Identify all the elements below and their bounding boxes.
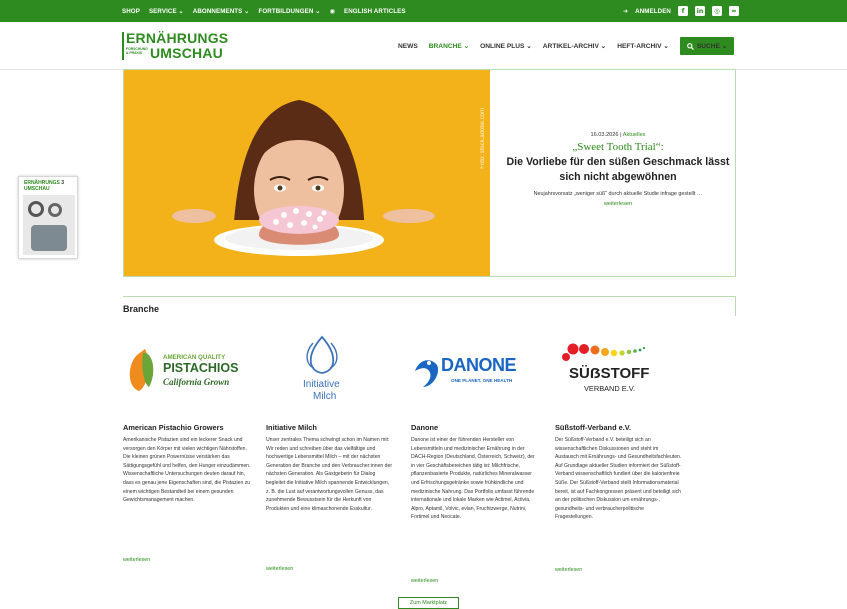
facebook-icon[interactable]: f	[678, 6, 688, 16]
hero-text: 16.03.2026 | Aktuelles „Sweet Tooth Tria…	[500, 132, 736, 207]
initiative-milch-line1: Initiative	[303, 379, 340, 390]
suessstoff-logo[interactable]: SÜẞSTOFF VERBAND E.V.	[555, 335, 683, 411]
top-nav-fortbildungen[interactable]: FORTBILDUNGEN ⌄	[258, 8, 320, 15]
login-icon: ➜	[622, 7, 629, 15]
login-link[interactable]: ANMELDEN	[635, 8, 671, 15]
suessstoff-logo-line2: VERBAND E.V.	[584, 384, 636, 393]
hero-date: 16.03.2026	[590, 132, 619, 138]
magazine-title: ERNÄHRUNGS 3 UMSCHAU	[24, 180, 65, 192]
nav-heft-archiv[interactable]: HEFT-ARCHIV ⌄	[617, 42, 669, 50]
search-button[interactable]: SUCHE ⌄	[679, 37, 735, 55]
initiative-milch-line2: Milch	[313, 391, 337, 402]
main-nav: NEWS BRANCHE ⌄ ONLINE PLUS ⌄ ARTIKEL-ARC…	[398, 22, 735, 70]
pistachio-logo-line2: PISTACHIOS	[163, 361, 239, 375]
hero-category[interactable]: Aktuelles	[623, 132, 646, 138]
top-nav-english-articles[interactable]: ENGLISH ARTICLES	[344, 8, 406, 15]
card-title[interactable]: Initiative Milch	[266, 423, 317, 432]
pistachio-logo-line1: AMERICAN QUALITY	[163, 354, 226, 361]
hero-title-quote[interactable]: „Sweet Tooth Trial“:	[500, 141, 736, 153]
site-logo[interactable]: ERNÄHRUNGS FORSCHUNG & PRAXIS UMSCHAU	[122, 30, 234, 64]
hero-read-more-link[interactable]: weiterlesen	[500, 201, 736, 207]
hero-excerpt: Neujahrsvorsatz „weniger süß“ durch aktu…	[533, 191, 703, 197]
hero-meta: 16.03.2026 | Aktuelles	[590, 132, 646, 138]
card-title[interactable]: Danone	[411, 423, 438, 432]
card-description: Der Süßstoff-Verband e.V. beteiligt sich…	[555, 437, 682, 521]
search-icon	[687, 42, 694, 50]
nav-online-plus[interactable]: ONLINE PLUS ⌄	[480, 42, 532, 50]
logo-line2: UMSCHAU	[150, 45, 223, 61]
hero-teaser[interactable]: Foto: stock.adobe.com 16.03.2026 | Aktue…	[123, 69, 736, 277]
magazine-cover-image	[23, 195, 75, 255]
initiative-milch-logo[interactable]: Initiative Milch	[266, 335, 394, 411]
pistachio-logo[interactable]: AMERICAN QUALITY PISTACHIOS California G…	[123, 335, 251, 411]
logo-bar	[122, 32, 124, 60]
danone-logo-line1: DANONE	[441, 355, 517, 375]
magazine-cover[interactable]: ERNÄHRUNGS 3 UMSCHAU	[18, 176, 78, 259]
card-description: Danone ist einer der führenden Herstelle…	[411, 437, 535, 521]
nav-news[interactable]: NEWS	[398, 43, 418, 50]
top-right: ➜ ANMELDEN f in ◎ ≈	[623, 0, 739, 22]
top-nav-shop[interactable]: SHOP	[122, 8, 140, 15]
marketplace-button[interactable]: Zum Marktplatz	[398, 597, 459, 609]
hero-image: Foto: stock.adobe.com	[124, 70, 490, 276]
section-divider	[123, 296, 736, 316]
nav-branche[interactable]: BRANCHE ⌄	[429, 42, 469, 50]
instagram-icon[interactable]: ◎	[712, 6, 722, 16]
logo-small-text: FORSCHUNG & PRAXIS	[126, 47, 148, 55]
hero-title[interactable]: Die Vorliebe für den süßen Geschmack läs…	[500, 155, 736, 185]
card-description: Amerikanische Pistazien sind ein leckere…	[123, 437, 251, 504]
card-description: Unser zentrales Thema schwingt schon im …	[266, 437, 393, 512]
card-read-more-link[interactable]: weiterlesen	[266, 566, 293, 572]
rss-icon[interactable]: ≈	[729, 6, 739, 16]
suessstoff-logo-line1: SÜẞSTOFF	[569, 365, 650, 382]
top-bar: SHOP SERVICE ⌄ ABONNEMENTS ⌄ FORTBILDUNG…	[0, 0, 847, 22]
search-label: SUCHE ⌄	[696, 43, 728, 50]
logo-line1: ERNÄHRUNGS	[126, 30, 229, 46]
top-nav-abonnements[interactable]: ABONNEMENTS ⌄	[193, 8, 250, 15]
image-credit: Foto: stock.adobe.com	[480, 108, 486, 169]
top-nav-service[interactable]: SERVICE ⌄	[149, 8, 184, 15]
top-nav: SHOP SERVICE ⌄ ABONNEMENTS ⌄ FORTBILDUNG…	[122, 0, 406, 22]
section-title: Branche	[123, 304, 160, 314]
card-title[interactable]: American Pistachio Growers	[123, 423, 224, 432]
card-read-more-link[interactable]: weiterlesen	[123, 557, 150, 563]
card-read-more-link[interactable]: weiterlesen	[555, 567, 582, 573]
pistachio-logo-line3: California Grown	[163, 377, 230, 387]
nav-artikel-archiv[interactable]: ARTIKEL-ARCHIV ⌄	[543, 42, 606, 50]
card-title[interactable]: Süßstoff-Verband e.V.	[555, 423, 631, 432]
danone-logo[interactable]: DANONE ONE PLANET. ONE HEALTH	[411, 335, 539, 411]
danone-logo-line2: ONE PLANET. ONE HEALTH	[451, 378, 513, 383]
card-read-more-link[interactable]: weiterlesen	[411, 578, 438, 584]
linkedin-icon[interactable]: in	[695, 6, 705, 16]
globe-icon: ◉	[329, 7, 336, 15]
